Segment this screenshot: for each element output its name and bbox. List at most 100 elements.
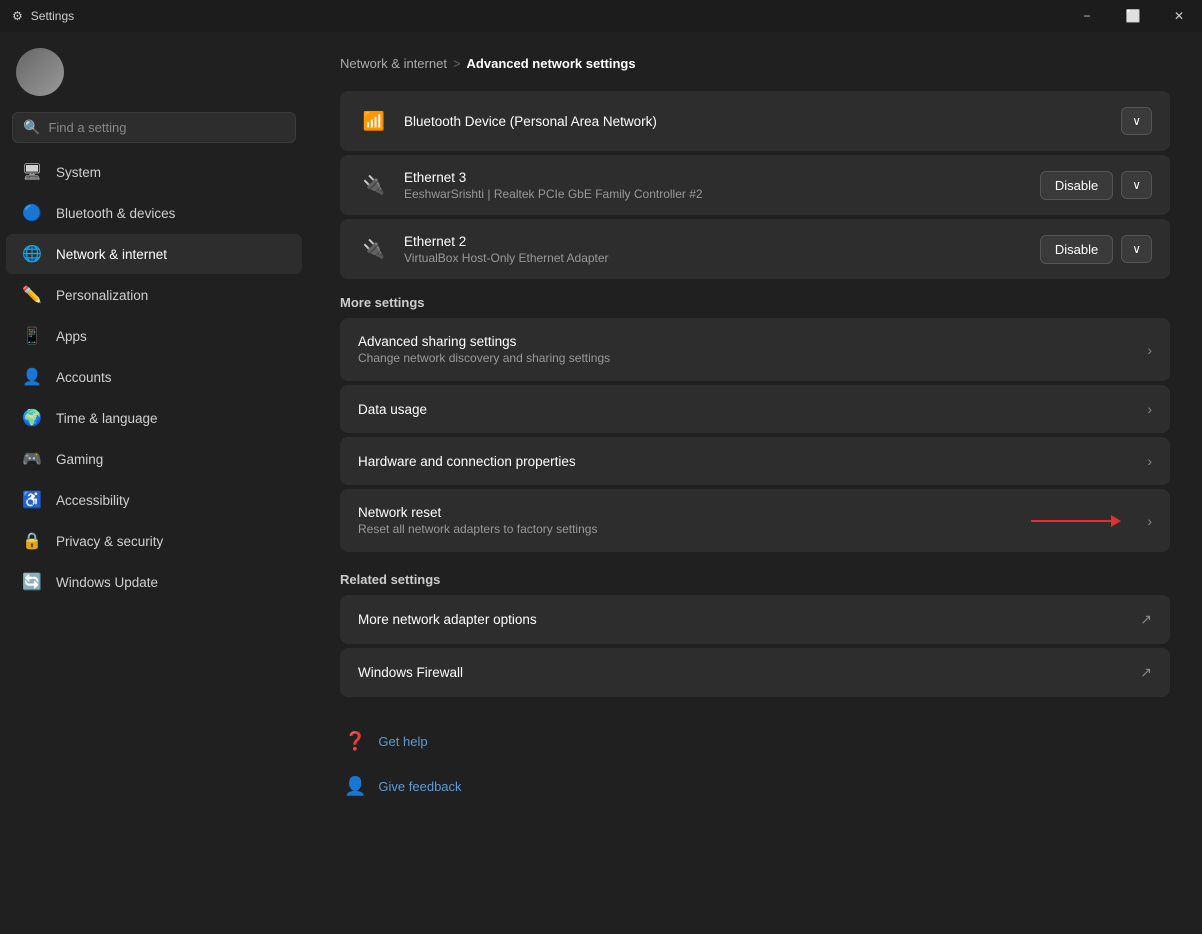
adapter-subtitle-ethernet3: EeshwarSrishti | Realtek PCIe GbE Family… xyxy=(404,187,1026,201)
bottom-link-icon-give-feedback: 👤 xyxy=(344,776,366,797)
bottom-links: ❓ Get help 👤 Give feedback xyxy=(340,721,1170,807)
bottom-link-icon-get-help: ❓ xyxy=(344,731,366,752)
sidebar-item-time[interactable]: 🌍 Time & language xyxy=(6,398,302,438)
search-box[interactable]: 🔍 xyxy=(12,112,296,143)
external-link-icon: ↗ xyxy=(1140,664,1152,681)
adapter-actions-bluetooth-pan: ∨ xyxy=(1121,107,1152,135)
nav-label-windowsupdate: Windows Update xyxy=(56,575,158,590)
titlebar: ⚙ Settings − ⬜ ✕ xyxy=(0,0,1202,32)
nav-icon-accessibility: ♿ xyxy=(22,490,42,510)
nav-icon-privacy: 🔒 xyxy=(22,531,42,551)
avatar xyxy=(16,48,64,96)
adapter-title-ethernet2: Ethernet 2 xyxy=(404,234,1026,249)
breadcrumb-current: Advanced network settings xyxy=(467,56,636,71)
maximize-button[interactable]: ⬜ xyxy=(1110,0,1156,32)
chevron-right-icon: › xyxy=(1147,513,1152,529)
bottom-link-give-feedback[interactable]: 👤 Give feedback xyxy=(340,766,1170,807)
titlebar-left: ⚙ Settings xyxy=(12,9,74,23)
more-subtitle-advanced-sharing: Change network discovery and sharing set… xyxy=(358,351,1133,365)
sidebar-item-windowsupdate[interactable]: 🔄 Windows Update xyxy=(6,562,302,602)
sidebar-item-bluetooth[interactable]: 🔵 Bluetooth & devices xyxy=(6,193,302,233)
nav-label-time: Time & language xyxy=(56,411,158,426)
bottom-link-label-give-feedback: Give feedback xyxy=(378,779,461,794)
adapter-card-bluetooth-pan[interactable]: 📶 Bluetooth Device (Personal Area Networ… xyxy=(340,91,1170,151)
sidebar-item-privacy[interactable]: 🔒 Privacy & security xyxy=(6,521,302,561)
bottom-link-label-get-help: Get help xyxy=(378,734,427,749)
chevron-down-icon: ∨ xyxy=(1132,178,1141,192)
nav-list: 🖥 System 🔵 Bluetooth & devices 🌐 Network… xyxy=(0,151,308,603)
nav-label-accessibility: Accessibility xyxy=(56,493,130,508)
related-title-windows-firewall: Windows Firewall xyxy=(358,665,1126,680)
nav-label-system: System xyxy=(56,165,101,180)
nav-icon-personalization: ✏️ xyxy=(22,285,42,305)
more-setting-advanced-sharing[interactable]: Advanced sharing settings Change network… xyxy=(340,318,1170,381)
expand-button-bluetooth-pan[interactable]: ∨ xyxy=(1121,107,1152,135)
breadcrumb-parent[interactable]: Network & internet xyxy=(340,56,447,71)
chevron-down-icon: ∨ xyxy=(1132,114,1141,128)
bottom-link-get-help[interactable]: ❓ Get help xyxy=(340,721,1170,762)
chevron-right-icon: › xyxy=(1147,401,1152,417)
arrow-head-icon xyxy=(1111,515,1121,527)
search-input[interactable] xyxy=(48,120,285,135)
nav-icon-gaming: 🎮 xyxy=(22,449,42,469)
adapter-actions-ethernet3: Disable ∨ xyxy=(1040,171,1152,200)
nav-label-apps: Apps xyxy=(56,329,87,344)
sidebar-item-gaming[interactable]: 🎮 Gaming xyxy=(6,439,302,479)
arrow-line xyxy=(1031,520,1111,522)
nav-icon-network: 🌐 xyxy=(22,244,42,264)
reset-title: Network reset xyxy=(358,505,1017,520)
nav-icon-apps: 📱 xyxy=(22,326,42,346)
nav-icon-accounts: 👤 xyxy=(22,367,42,387)
adapter-icon-ethernet2: 🔌 xyxy=(358,233,390,265)
adapters-list: 📶 Bluetooth Device (Personal Area Networ… xyxy=(340,91,1170,279)
adapter-subtitle-ethernet2: VirtualBox Host-Only Ethernet Adapter xyxy=(404,251,1026,265)
chevron-right-icon: › xyxy=(1147,342,1152,358)
close-button[interactable]: ✕ xyxy=(1156,0,1202,32)
expand-button-ethernet2[interactable]: ∨ xyxy=(1121,235,1152,263)
adapter-actions-ethernet2: Disable ∨ xyxy=(1040,235,1152,264)
more-setting-data-usage[interactable]: Data usage › xyxy=(340,385,1170,433)
nav-label-bluetooth: Bluetooth & devices xyxy=(56,206,175,221)
sidebar-item-accounts[interactable]: 👤 Accounts xyxy=(6,357,302,397)
sidebar-item-system[interactable]: 🖥 System xyxy=(6,152,302,192)
external-link-icon: ↗ xyxy=(1140,611,1152,628)
adapter-title-bluetooth-pan: Bluetooth Device (Personal Area Network) xyxy=(404,114,1107,129)
disable-button-ethernet2[interactable]: Disable xyxy=(1040,235,1113,264)
nav-icon-bluetooth: 🔵 xyxy=(22,203,42,223)
sidebar-item-accessibility[interactable]: ♿ Accessibility xyxy=(6,480,302,520)
related-card-windows-firewall[interactable]: Windows Firewall ↗ xyxy=(340,648,1170,697)
search-icon: 🔍 xyxy=(23,119,40,136)
chevron-right-icon: › xyxy=(1147,453,1152,469)
related-card-more-adapter-options[interactable]: More network adapter options ↗ xyxy=(340,595,1170,644)
titlebar-controls: − ⬜ ✕ xyxy=(1064,0,1202,32)
more-title-data-usage: Data usage xyxy=(358,402,1133,417)
nav-label-gaming: Gaming xyxy=(56,452,103,467)
nav-label-privacy: Privacy & security xyxy=(56,534,163,549)
nav-label-accounts: Accounts xyxy=(56,370,112,385)
titlebar-title: Settings xyxy=(31,9,74,23)
related-settings-list: More network adapter options ↗ Windows F… xyxy=(340,595,1170,697)
more-setting-network-reset[interactable]: Network reset Reset all network adapters… xyxy=(340,489,1170,552)
more-title-hardware-props: Hardware and connection properties xyxy=(358,454,1133,469)
nav-icon-system: 🖥 xyxy=(22,162,42,182)
app-body: 🔍 🖥 System 🔵 Bluetooth & devices 🌐 Netwo… xyxy=(0,32,1202,934)
reset-subtitle: Reset all network adapters to factory se… xyxy=(358,522,1017,536)
nav-icon-windowsupdate: 🔄 xyxy=(22,572,42,592)
chevron-down-icon: ∨ xyxy=(1132,242,1141,256)
expand-button-ethernet3[interactable]: ∨ xyxy=(1121,171,1152,199)
nav-label-personalization: Personalization xyxy=(56,288,148,303)
breadcrumb-separator: > xyxy=(453,56,461,71)
adapter-card-ethernet3[interactable]: 🔌 Ethernet 3 EeshwarSrishti | Realtek PC… xyxy=(340,155,1170,215)
sidebar-item-apps[interactable]: 📱 Apps xyxy=(6,316,302,356)
disable-button-ethernet3[interactable]: Disable xyxy=(1040,171,1113,200)
minimize-button[interactable]: − xyxy=(1064,0,1110,32)
sidebar-item-network[interactable]: 🌐 Network & internet xyxy=(6,234,302,274)
more-setting-hardware-props[interactable]: Hardware and connection properties › xyxy=(340,437,1170,485)
settings-icon: ⚙ xyxy=(12,9,23,23)
sidebar: 🔍 🖥 System 🔵 Bluetooth & devices 🌐 Netwo… xyxy=(0,32,308,934)
sidebar-item-personalization[interactable]: ✏️ Personalization xyxy=(6,275,302,315)
related-settings-label: Related settings xyxy=(340,572,1170,587)
adapter-card-ethernet2[interactable]: 🔌 Ethernet 2 VirtualBox Host-Only Ethern… xyxy=(340,219,1170,279)
more-settings-label: More settings xyxy=(340,295,1170,310)
red-arrow-indicator xyxy=(1031,515,1121,527)
